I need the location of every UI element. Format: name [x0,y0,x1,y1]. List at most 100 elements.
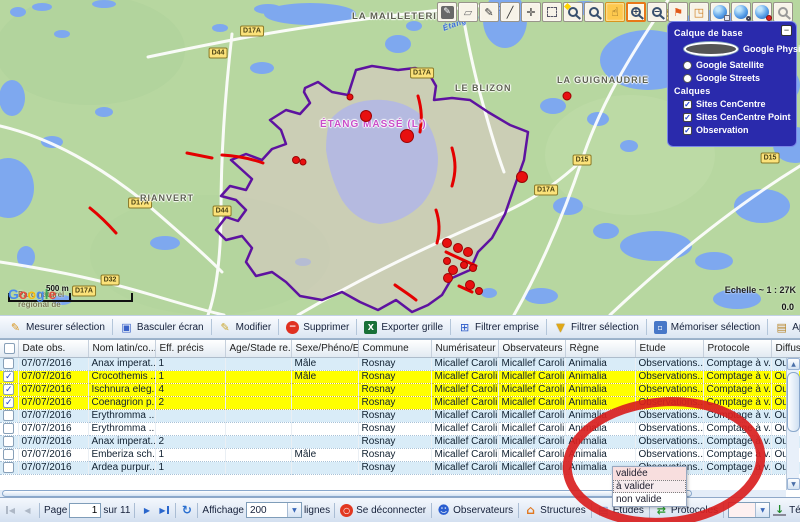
column-header[interactable]: Eff. précis [155,340,225,357]
toolbar-button-del[interactable]: −Supprimer [282,319,353,336]
zoom-selection-tool[interactable] [563,2,583,22]
observation-marker[interactable] [475,287,483,295]
toolbar-button-filter[interactable]: ▼Filtrer sélection [550,319,643,336]
toolbar-button-screen[interactable]: ▣Basculer écran [116,319,208,336]
row-checkbox[interactable] [3,371,14,382]
base-layer-option[interactable]: Google Satellite [683,60,790,70]
map-canvas[interactable]: D17AD44D17AD46D15D17AD15D17AD44D32D17A L… [0,0,800,315]
table-row[interactable]: 07/07/2016Anax imperat...2RosnayMicallef… [0,435,800,448]
column-header[interactable]: Numérisateur [431,340,498,357]
checkbox-icon[interactable] [683,126,692,135]
checkbox-icon[interactable] [683,100,692,109]
checkbox-icon[interactable] [683,113,692,122]
overlay-layer-option[interactable]: Sites CenCentre [683,99,790,109]
table-row[interactable]: 07/07/2016Emberiza sch...1MâleRosnayMica… [0,448,800,461]
radio-icon[interactable] [683,74,692,83]
column-header[interactable]: Diffus... [771,340,800,357]
table-row[interactable]: 07/07/2016Erythromma ...RosnayMicallef C… [0,409,800,422]
observation-marker[interactable] [443,257,451,265]
observation-marker[interactable] [563,92,572,101]
vertical-scrollbar[interactable]: ▲ ▼ [786,358,799,490]
toolbar-button-save[interactable]: ▫Mémoriser sélection [650,319,764,336]
observation-marker[interactable] [400,129,414,143]
column-header[interactable]: Règne [565,340,635,357]
globe-save-tool[interactable] [710,2,730,22]
dropdown-option[interactable]: non valide [613,493,686,506]
table-row[interactable]: 07/07/2016Coenagrion p...2RosnayMicallef… [0,396,800,409]
validation-status-combobox[interactable]: ▼ [728,502,770,518]
column-header[interactable]: Date obs. [18,340,88,357]
observation-marker[interactable] [516,171,528,183]
scroll-down-button[interactable]: ▼ [787,478,800,490]
row-checkbox[interactable] [3,384,14,395]
table-row[interactable]: 07/07/2016Crocothemis ...1MâleRosnayMica… [0,370,800,383]
last-page-button[interactable]: ▶ [156,503,171,518]
rows-per-page-select[interactable]: 200▼ [246,502,302,518]
observateurs-button[interactable]: ☻Observateurs [436,504,514,517]
se-d-connecter-button[interactable]: ○Se déconnecter [339,504,427,517]
column-header[interactable]: Sexe/Phéno/E... [291,340,358,357]
toolbar-button-excel[interactable]: XExporter grille [360,319,447,336]
scroll-up-button[interactable]: ▲ [787,358,800,370]
column-header[interactable]: Age/Stade re... [225,340,291,357]
table-row[interactable]: 07/07/2016Ischnura eleg...4RosnayMicalle… [0,383,800,396]
drag-feature-tool[interactable]: ✛ [521,2,541,22]
toolbar-button-edit[interactable]: ✎Modifier [215,319,276,336]
dropdown-option[interactable]: validée [613,467,686,480]
column-header[interactable]: Protocole [703,340,771,357]
observation-marker[interactable] [463,247,473,257]
toolbar-button-measure[interactable]: ✎Mesurer sélection [5,319,109,336]
column-header[interactable]: Commune [358,340,431,357]
download-page-button[interactable]: ↓ Télécharger Page coura [772,504,800,516]
draw-polygon-tool[interactable]: ▱ [458,2,478,22]
table-row[interactable]: 07/07/2016Erythromma ...RosnayMicallef C… [0,422,800,435]
globe-search-tool[interactable] [731,2,751,22]
zoom-in-tool[interactable]: + [626,2,646,22]
observation-marker[interactable] [347,94,354,101]
move-vertex-tool[interactable]: ╱ [500,2,520,22]
observation-marker[interactable] [469,264,477,272]
column-header[interactable]: Etude [635,340,703,357]
base-layer-option[interactable]: Google Physical [683,41,790,57]
vertical-scrollbar-thumb[interactable] [787,372,800,432]
refresh-icon[interactable]: ↻ [180,504,193,517]
row-checkbox[interactable] [3,358,14,369]
draw-point-tool[interactable]: ✎ [437,2,457,22]
zoom-out-tool[interactable]: − [647,2,667,22]
observation-marker[interactable] [443,273,453,283]
row-checkbox[interactable] [3,462,14,473]
column-header[interactable]: Nom latin/co... [88,340,155,357]
observation-marker[interactable] [360,110,372,122]
row-checkbox[interactable] [3,449,14,460]
column-header[interactable]: Observateurs [498,340,565,357]
structures-button[interactable]: ⌂Structures [523,504,587,517]
row-checkbox[interactable] [3,397,14,408]
row-checkbox[interactable] [3,436,14,447]
first-page-button[interactable]: ◀ [3,503,18,518]
row-checkbox[interactable] [3,423,14,434]
radio-icon[interactable] [683,41,739,57]
row-checkbox[interactable] [3,410,14,421]
pan-hand-tool[interactable]: ☝ [605,2,625,22]
dropdown-option[interactable]: à valider [613,480,686,493]
page-number-input[interactable] [69,503,101,518]
base-layer-option[interactable]: Google Streets [683,73,790,83]
overlay-layer-option[interactable]: Sites CenCentre Point [683,112,790,122]
select-all-checkbox[interactable] [4,343,15,354]
previous-page-button[interactable]: ◀ [20,503,35,518]
radio-icon[interactable] [683,61,692,70]
modify-feature-tool[interactable]: ✎ [479,2,499,22]
zoom-extent-tool[interactable] [584,2,604,22]
crop-extent-tool[interactable]: ◳ [689,2,709,22]
next-page-button[interactable]: ▶ [139,503,154,518]
toolbar-button-apply[interactable]: ▤Appliquer sélection [771,319,800,336]
search-inactive-tool[interactable] [773,2,793,22]
horizontal-scrollbar-thumb[interactable] [2,490,692,497]
observation-marker[interactable] [300,159,307,166]
overlay-layer-option[interactable]: Observation [683,125,790,135]
select-area-tool[interactable] [542,2,562,22]
layers-panel-minimize-button[interactable]: − [781,25,792,36]
observation-marker[interactable] [442,238,452,248]
table-row[interactable]: 07/07/2016Anax imperat...1MâleRosnayMica… [0,357,800,370]
observation-marker[interactable] [453,243,463,253]
